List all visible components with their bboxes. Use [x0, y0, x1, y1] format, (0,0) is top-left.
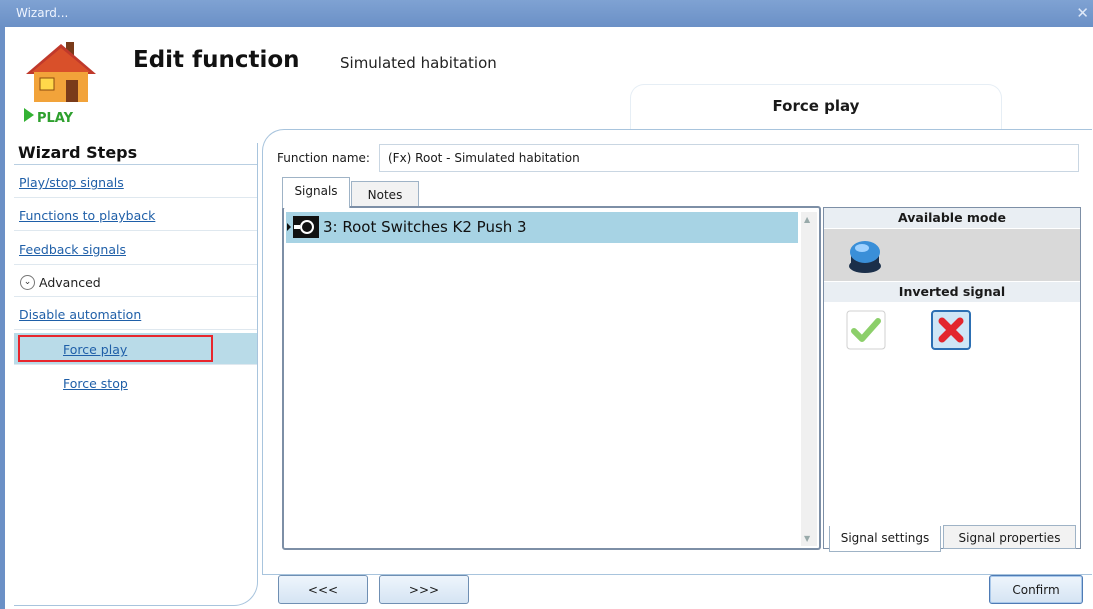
sidebar-item-label[interactable]: Disable automation — [19, 307, 141, 322]
sidebar-item-feedback-signals[interactable]: Feedback signals — [14, 233, 257, 265]
sidebar-group-label: Advanced — [39, 275, 101, 290]
window-left-border — [0, 27, 5, 609]
close-icon[interactable]: ✕ — [1076, 0, 1089, 27]
window-title: Wizard... — [16, 6, 69, 20]
function-name-label: Function name: — [277, 151, 370, 165]
highlight-box — [18, 335, 213, 362]
sidebar-item-play-stop-signals[interactable]: Play/stop signals — [14, 166, 257, 198]
back-button[interactable]: <<< — [278, 575, 368, 604]
list-item[interactable]: 3: Root Switches K2 Push 3 — [286, 212, 798, 243]
play-logo-icon: PLAY — [20, 36, 102, 126]
next-button[interactable]: >>> — [379, 575, 469, 604]
push-button-signal-icon — [293, 216, 319, 238]
signal-label: 3: Root Switches K2 Push 3 — [323, 218, 527, 236]
sidebar-item-label[interactable]: Force stop — [63, 376, 128, 391]
tab-notes[interactable]: Notes — [351, 181, 419, 206]
sidebar-divider — [14, 164, 257, 165]
blue-push-button-icon[interactable] — [845, 236, 885, 276]
next-button-label: >>> — [408, 583, 440, 597]
current-step-tab: Force play — [630, 84, 1002, 129]
chevron-down-icon[interactable]: ⌄ — [20, 275, 35, 290]
available-mode-heading: Available mode — [824, 208, 1080, 228]
tab-label: Signal properties — [958, 531, 1061, 545]
signal-settings-panel: Available mode Inverted signal — [823, 207, 1081, 549]
red-x-icon[interactable] — [931, 310, 971, 350]
sidebar-item-label[interactable]: Play/stop signals — [19, 175, 124, 190]
tab-label: Signals — [294, 184, 338, 198]
sidebar-group-advanced[interactable]: ⌄ Advanced — [14, 267, 257, 297]
sidebar-item-label[interactable]: Functions to playback — [19, 208, 155, 223]
back-button-label: <<< — [307, 583, 339, 597]
function-name-field[interactable]: (Fx) Root - Simulated habitation — [379, 144, 1079, 172]
sidebar-item-disable-automation[interactable]: Disable automation — [14, 298, 257, 330]
page-subtitle: Simulated habitation — [340, 54, 497, 72]
scroll-down-icon[interactable]: ▼ — [804, 534, 810, 543]
signals-list[interactable]: 3: Root Switches K2 Push 3 ▲ ▼ — [282, 206, 821, 550]
available-mode-bar — [824, 229, 1080, 281]
wizard-steps-sidebar: Wizard Steps Play/stop signals Functions… — [14, 143, 258, 606]
page-title: Edit function — [133, 47, 300, 73]
vertical-scrollbar[interactable]: ▲ ▼ — [801, 212, 817, 546]
tab-signal-properties[interactable]: Signal properties — [943, 525, 1076, 549]
svg-text:PLAY: PLAY — [37, 111, 74, 124]
scroll-up-icon[interactable]: ▲ — [804, 215, 810, 224]
green-check-icon[interactable] — [846, 310, 886, 350]
sidebar-item-force-stop[interactable]: Force stop — [14, 367, 257, 399]
window-titlebar: Wizard... ✕ — [0, 0, 1093, 27]
sidebar-item-functions-to-playback[interactable]: Functions to playback — [14, 199, 257, 231]
row-indicator-icon — [287, 223, 291, 231]
confirm-button[interactable]: Confirm — [989, 575, 1083, 604]
sidebar-item-label[interactable]: Feedback signals — [19, 242, 126, 257]
sidebar-heading: Wizard Steps — [18, 143, 138, 162]
tab-signal-settings[interactable]: Signal settings — [829, 526, 941, 552]
inverted-signal-heading: Inverted signal — [824, 282, 1080, 302]
tab-signals[interactable]: Signals — [282, 177, 350, 208]
tab-label: Signal settings — [840, 531, 930, 545]
tab-label: Notes — [367, 188, 403, 202]
confirm-button-label: Confirm — [1012, 583, 1060, 597]
current-step-label: Force play — [772, 97, 860, 115]
